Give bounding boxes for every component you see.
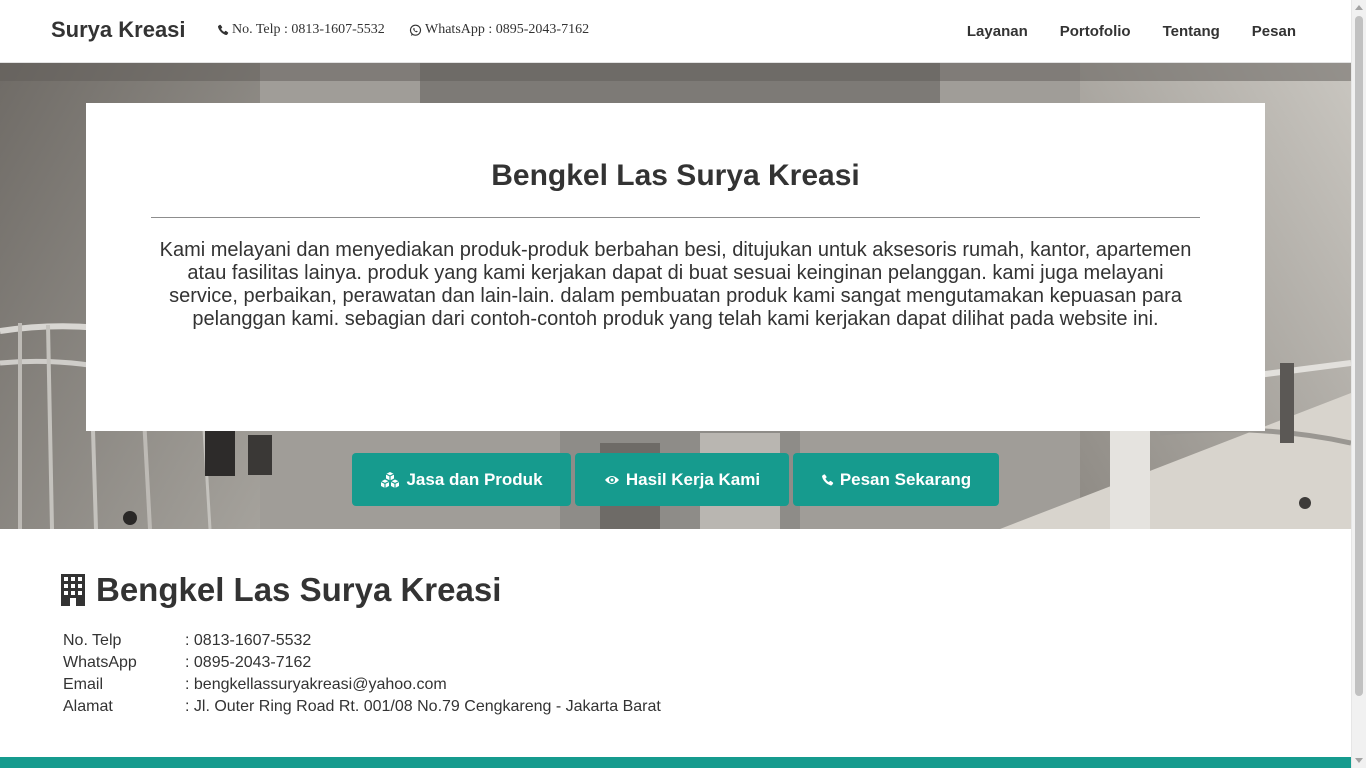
hero-buttons: Jasa dan Produk Hasil Kerja Kami Pesan S… xyxy=(352,453,999,506)
page: Surya Kreasi No. Telp : 0813-1607-5532 W… xyxy=(0,0,1366,768)
navbar: Surya Kreasi No. Telp : 0813-1607-5532 W… xyxy=(0,0,1351,63)
info-label: WhatsApp xyxy=(63,654,137,671)
scroll-down-arrow[interactable] xyxy=(1355,758,1363,763)
hero-divider xyxy=(151,217,1200,218)
info-row-email: Email : bengkellassuryakreasi@yahoo.com xyxy=(63,674,661,696)
hero-title: Bengkel Las Surya Kreasi xyxy=(491,159,860,192)
navbar-whatsapp: WhatsApp : 0895-2043-7162 xyxy=(409,22,589,38)
whatsapp-icon xyxy=(409,24,422,36)
hero-card: Bengkel Las Surya Kreasi Kami melayani d… xyxy=(86,103,1265,431)
cubes-icon xyxy=(381,472,400,488)
info-value: : bengkellassuryakreasi@yahoo.com xyxy=(185,676,447,693)
navbar-whatsapp-text: WhatsApp : 0895-2043-7162 xyxy=(425,22,590,37)
info-row-alamat: Alamat : Jl. Outer Ring Road Rt. 001/08 … xyxy=(63,696,661,718)
contact-section: Bengkel Las Surya Kreasi No. Telp : 0813… xyxy=(0,529,1351,757)
hasil-kerja-label: Hasil Kerja Kami xyxy=(625,469,761,489)
nav-link-layanan[interactable]: Layanan xyxy=(967,23,1028,40)
phone-icon xyxy=(217,24,229,36)
contact-heading: Bengkel Las Surya Kreasi xyxy=(60,571,501,609)
nav-link-tentang[interactable]: Tentang xyxy=(1163,23,1220,40)
nav-link-pesan[interactable]: Pesan xyxy=(1252,23,1296,40)
info-label: Alamat xyxy=(63,698,113,715)
jasa-produk-button[interactable]: Jasa dan Produk xyxy=(352,453,571,506)
info-row-telp: No. Telp : 0813-1607-5532 xyxy=(63,630,661,652)
jasa-produk-label: Jasa dan Produk xyxy=(406,469,543,489)
info-value: : 0895-2043-7162 xyxy=(185,654,312,671)
brand-link[interactable]: Surya Kreasi xyxy=(51,17,186,43)
scroll-up-arrow[interactable] xyxy=(1355,5,1363,10)
scroll-thumb[interactable] xyxy=(1355,16,1363,696)
pesan-sekarang-button[interactable]: Pesan Sekarang xyxy=(793,453,999,506)
contact-info-table: No. Telp : 0813-1607-5532 WhatsApp : 089… xyxy=(63,630,661,718)
hasil-kerja-button[interactable]: Hasil Kerja Kami xyxy=(575,453,789,506)
pesan-sekarang-label: Pesan Sekarang xyxy=(839,469,972,489)
nav-links: Layanan Portofolio Tentang Pesan xyxy=(967,23,1296,40)
info-row-whatsapp: WhatsApp : 0895-2043-7162 xyxy=(63,652,661,674)
page-scrollbar[interactable] xyxy=(1351,0,1366,768)
info-value: : 0813-1607-5532 xyxy=(185,632,312,649)
info-value: : Jl. Outer Ring Road Rt. 001/08 No.79 C… xyxy=(185,698,661,715)
navbar-phone-text: No. Telp : 0813-1607-5532 xyxy=(232,22,385,37)
hero-section: Bengkel Las Surya Kreasi Kami melayani d… xyxy=(0,63,1351,529)
contact-title: Bengkel Las Surya Kreasi xyxy=(96,571,502,608)
phone-icon xyxy=(821,473,833,485)
info-label: No. Telp xyxy=(63,632,122,649)
footer-strip xyxy=(0,757,1351,768)
navbar-phone: No. Telp : 0813-1607-5532 xyxy=(217,22,385,38)
info-label: Email xyxy=(63,676,104,693)
nav-link-portofolio[interactable]: Portofolio xyxy=(1060,23,1131,40)
building-icon xyxy=(61,574,85,606)
eye-icon xyxy=(604,475,619,484)
hero-description: Kami melayani dan menyediakan produk-pro… xyxy=(159,239,1192,330)
